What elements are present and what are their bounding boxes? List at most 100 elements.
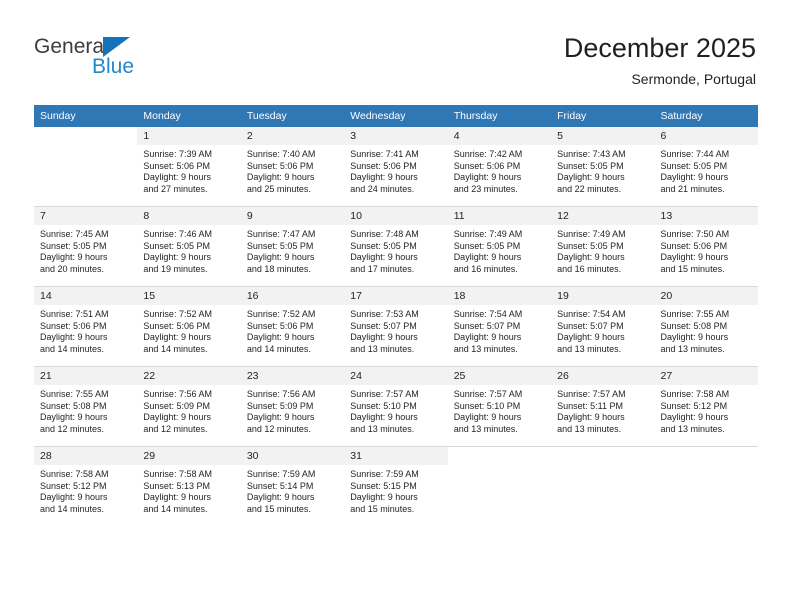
sunset-time: Sunset: 5:06 PM [40, 320, 107, 331]
calendar-day-cell[interactable]: 23 Sunrise: 7:56 AM Sunset: 5:09 PM Dayligh… [240, 366, 345, 447]
daylight-duration-line1: Daylight: 9 hours [453, 252, 522, 263]
calendar-day-cell[interactable]: 2 Sunrise: 7:40 AM Sunset: 5:06 PM Daylight… [240, 127, 345, 207]
day-details: Sunrise: 7:42 AM Sunset: 5:06 PM Daylight:… [448, 145, 551, 195]
daylight-duration-line2: and 13 minutes. [350, 343, 415, 354]
calendar-day-cell[interactable]: 15 Sunrise: 7:52 AM Sunset: 5:06 PM Dayligh… [137, 286, 241, 367]
calendar-day-cell[interactable]: 31 Sunrise: 7:59 AM Sunset: 5:15 PM Dayligh… [344, 446, 448, 526]
sunrise-time: Sunrise: 7:48 AM [350, 229, 419, 239]
sunrise-time: Sunrise: 7:57 AM [350, 389, 419, 399]
daylight-duration-line1: Daylight: 9 hours [246, 332, 315, 343]
sunrise-time: Sunrise: 7:57 AM [453, 389, 523, 399]
sunrise-time: Sunrise: 7:49 AM [453, 229, 523, 239]
sunset-time: Sunset: 5:11 PM [557, 400, 623, 411]
sunrise-time: Sunrise: 7:46 AM [143, 229, 212, 239]
sunrise-time: Sunrise: 7:47 AM [246, 229, 316, 239]
page-subtitle-location: Sermonde, Portugal [631, 71, 756, 87]
daylight-duration-line2: and 13 minutes. [350, 423, 415, 434]
calendar-day-cell[interactable]: 8 Sunrise: 7:46 AM Sunset: 5:05 PM Daylight… [137, 206, 241, 287]
daylight-duration-line2: and 13 minutes. [453, 343, 518, 354]
sunset-time: Sunset: 5:05 PM [660, 160, 728, 171]
sunset-time: Sunset: 5:05 PM [557, 160, 624, 171]
day-details: Sunrise: 7:59 AM Sunset: 5:14 PM Daylight:… [241, 465, 344, 515]
calendar-day-cell[interactable]: 3 Sunrise: 7:41 AM Sunset: 5:06 PM Daylight… [344, 127, 448, 207]
day-details: Sunrise: 7:40 AM Sunset: 5:06 PM Daylight:… [241, 145, 344, 195]
sunrise-time: Sunrise: 7:58 AM [40, 469, 109, 479]
sunrise-time: Sunrise: 7:55 AM [660, 309, 730, 319]
sunrise-time: Sunrise: 7:44 AM [660, 149, 730, 159]
calendar-day-cell[interactable]: 9 Sunrise: 7:47 AM Sunset: 5:05 PM Daylight… [240, 206, 345, 287]
sunrise-time: Sunrise: 7:59 AM [350, 469, 419, 479]
daylight-duration-line2: and 13 minutes. [660, 343, 725, 354]
calendar-day-cell[interactable]: 19 Sunrise: 7:54 AM Sunset: 5:07 PM Dayligh… [551, 286, 655, 367]
day-number: 11 [447, 207, 552, 225]
sunset-time: Sunset: 5:10 PM [453, 400, 521, 411]
sunrise-time: Sunrise: 7:55 AM [40, 389, 109, 399]
calendar-day-cell[interactable]: 4 Sunrise: 7:42 AM Sunset: 5:06 PM Daylight… [447, 127, 552, 207]
sunset-time: Sunset: 5:05 PM [350, 240, 417, 251]
daylight-duration-line2: and 23 minutes. [453, 183, 518, 194]
calendar-day-cell[interactable]: 17 Sunrise: 7:53 AM Sunset: 5:07 PM Dayligh… [344, 286, 448, 367]
daylight-duration-line2: and 14 minutes. [246, 343, 311, 354]
calendar-body: 1 Sunrise: 7:39 AM Sunset: 5:06 PM Daylight… [34, 127, 758, 526]
daylight-duration-line1: Daylight: 9 hours [557, 412, 625, 423]
calendar-day-cell[interactable]: 25 Sunrise: 7:57 AM Sunset: 5:10 PM Dayligh… [447, 366, 552, 447]
day-number: 30 [240, 447, 345, 465]
day-details: Sunrise: 7:59 AM Sunset: 5:15 PM Daylight:… [344, 465, 447, 515]
logo-triangle-icon [103, 37, 130, 57]
calendar-table: Sunday Monday Tuesday Wednesday Thursday Frid… [34, 105, 758, 526]
calendar-day-cell[interactable]: 20 Sunrise: 7:55 AM Sunset: 5:08 PM Dayligh… [654, 286, 758, 367]
calendar-day-cell[interactable]: 27 Sunrise: 7:58 AM Sunset: 5:12 PM Dayligh… [654, 366, 758, 447]
day-details: Sunrise: 7:55 AM Sunset: 5:08 PM Daylight:… [655, 305, 758, 355]
calendar-day-cell[interactable]: 28 Sunrise: 7:58 AM Sunset: 5:12 PM Dayligh… [34, 446, 138, 526]
calendar-day-cell[interactable]: 22 Sunrise: 7:56 AM Sunset: 5:09 PM Dayligh… [137, 366, 241, 447]
day-number: 8 [137, 207, 241, 225]
sunrise-time: Sunrise: 7:51 AM [40, 309, 109, 319]
calendar-day-cell[interactable]: 5 Sunrise: 7:43 AM Sunset: 5:05 PM Daylight… [551, 127, 655, 207]
sunset-time: Sunset: 5:08 PM [40, 400, 107, 411]
calendar-week-row: 28 Sunrise: 7:58 AM Sunset: 5:12 PM Dayligh… [34, 446, 758, 526]
calendar-day-cell[interactable]: 30 Sunrise: 7:59 AM Sunset: 5:14 PM Dayligh… [240, 446, 345, 526]
calendar-day-cell[interactable]: 6 Sunrise: 7:44 AM Sunset: 5:05 PM Daylight… [654, 127, 758, 207]
sunset-time: Sunset: 5:13 PM [143, 480, 210, 491]
sunrise-time: Sunrise: 7:54 AM [557, 309, 626, 319]
sunset-time: Sunset: 5:07 PM [350, 320, 417, 331]
calendar-day-cell[interactable]: 11 Sunrise: 7:49 AM Sunset: 5:05 PM Dayligh… [447, 206, 552, 287]
calendar-day-cell[interactable]: 21 Sunrise: 7:55 AM Sunset: 5:08 PM Dayligh… [34, 366, 138, 447]
calendar-day-cell[interactable]: 24 Sunrise: 7:57 AM Sunset: 5:10 PM Dayligh… [344, 366, 448, 447]
calendar-week-row: 1 Sunrise: 7:39 AM Sunset: 5:06 PM Daylight… [34, 127, 758, 207]
daylight-duration-line1: Daylight: 9 hours [143, 412, 211, 423]
sunset-time: Sunset: 5:06 PM [143, 320, 210, 331]
calendar-day-cell[interactable]: 12 Sunrise: 7:49 AM Sunset: 5:05 PM Dayligh… [551, 206, 655, 287]
calendar-day-cell[interactable]: 13 Sunrise: 7:50 AM Sunset: 5:06 PM Dayligh… [654, 206, 758, 287]
sunrise-time: Sunrise: 7:58 AM [660, 389, 730, 399]
day-number: 17 [344, 287, 448, 305]
calendar-day-cell[interactable]: 18 Sunrise: 7:54 AM Sunset: 5:07 PM Dayligh… [447, 286, 552, 367]
day-number: 22 [137, 367, 241, 385]
daylight-duration-line1: Daylight: 9 hours [246, 412, 315, 423]
day-details: Sunrise: 7:52 AM Sunset: 5:06 PM Daylight:… [137, 305, 240, 355]
day-details: Sunrise: 7:57 AM Sunset: 5:11 PM Daylight:… [551, 385, 654, 435]
calendar-day-cell[interactable]: 10 Sunrise: 7:48 AM Sunset: 5:05 PM Dayligh… [344, 206, 448, 287]
sunset-time: Sunset: 5:10 PM [350, 400, 417, 411]
calendar-week-row: 7 Sunrise: 7:45 AM Sunset: 5:05 PM Daylight… [34, 206, 758, 287]
calendar-day-cell[interactable]: 1 Sunrise: 7:39 AM Sunset: 5:06 PM Daylight… [137, 127, 241, 207]
day-number: 19 [551, 287, 655, 305]
calendar-day-cell[interactable]: 7 Sunrise: 7:45 AM Sunset: 5:05 PM Daylight… [34, 206, 138, 287]
daylight-duration-line1: Daylight: 9 hours [143, 332, 211, 343]
calendar-day-cell[interactable]: 26 Sunrise: 7:57 AM Sunset: 5:11 PM Dayligh… [551, 366, 655, 447]
day-number: 29 [137, 447, 241, 465]
calendar-day-cell[interactable]: 16 Sunrise: 7:52 AM Sunset: 5:06 PM Dayligh… [240, 286, 345, 367]
weekday-header-friday: Friday [551, 105, 655, 127]
calendar-day-cell[interactable]: 14 Sunrise: 7:51 AM Sunset: 5:06 PM Dayligh… [34, 286, 138, 367]
calendar-day-cell[interactable]: 29 Sunrise: 7:58 AM Sunset: 5:13 PM Dayligh… [137, 446, 241, 526]
daylight-duration-line1: Daylight: 9 hours [660, 252, 729, 263]
sunset-time: Sunset: 5:07 PM [557, 320, 624, 331]
day-number: 31 [344, 447, 448, 465]
sunrise-time: Sunrise: 7:39 AM [143, 149, 212, 159]
day-number: 21 [34, 367, 138, 385]
day-number: 7 [34, 207, 138, 225]
daylight-duration-line2: and 12 minutes. [40, 423, 105, 434]
sunrise-time: Sunrise: 7:56 AM [246, 389, 316, 399]
day-number: 6 [654, 127, 758, 145]
daylight-duration-line1: Daylight: 9 hours [557, 172, 625, 183]
